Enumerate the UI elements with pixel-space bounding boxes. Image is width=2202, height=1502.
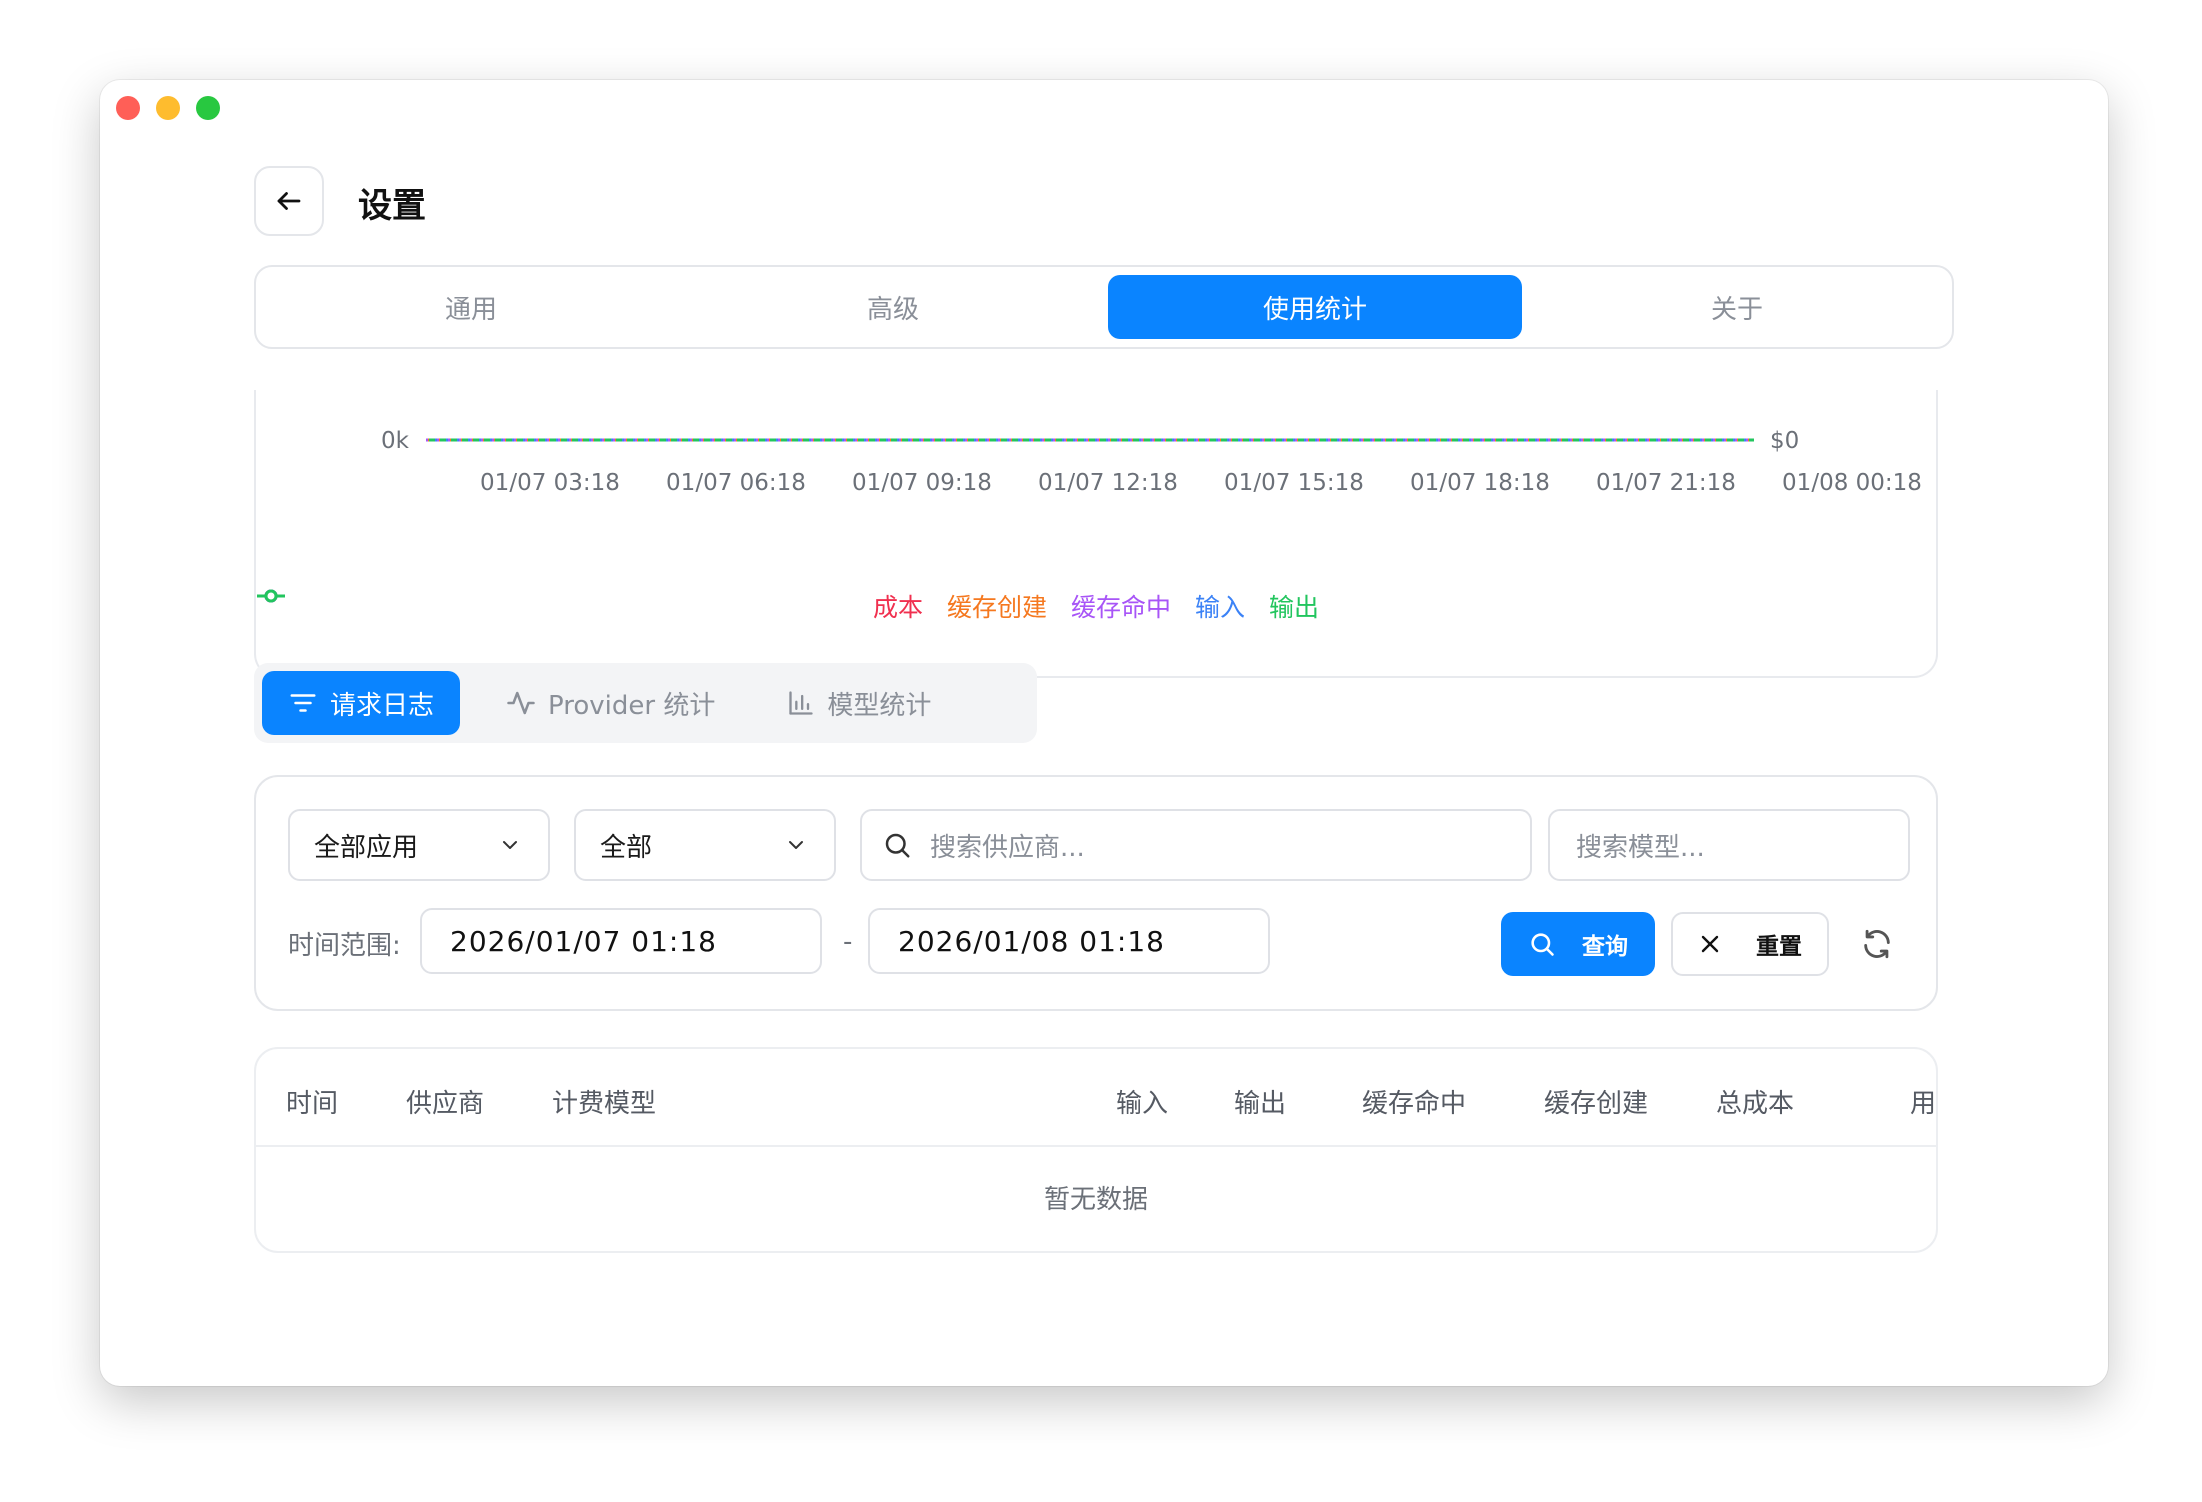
column-header-output: 输出 xyxy=(1234,1089,1287,1119)
column-header-duration: 用时 xyxy=(1910,1089,1937,1119)
column-header-cache-hit: 缓存命中 xyxy=(1362,1089,1467,1119)
y-axis-left-tick: 0k xyxy=(381,428,410,454)
subtab-provider-stats-label: Provider 统计 xyxy=(548,690,716,721)
column-header-provider: 供应商 xyxy=(406,1089,485,1119)
subtab-provider-stats[interactable]: Provider 统计 xyxy=(480,671,741,735)
legend-label: 输出 xyxy=(1269,593,1320,622)
x-tick-label: 01/07 09:18 xyxy=(852,470,992,496)
activity-icon xyxy=(507,691,535,715)
query-button-label: 查询 xyxy=(1582,934,1628,960)
app-select-value: 全部应用 xyxy=(314,832,419,863)
x-tick-label: 01/07 21:18 xyxy=(1596,470,1736,496)
tab-general[interactable]: 通用 xyxy=(264,275,678,339)
legend-label: 成本 xyxy=(872,593,923,622)
x-tick-label: 01/07 03:18 xyxy=(480,470,620,496)
stats-subtabs: 请求日志 Provider 统计 模型统计 xyxy=(254,663,1037,743)
empty-state: 暂无数据 xyxy=(1043,1185,1148,1215)
y-axis-right-tick: $0 xyxy=(1770,428,1799,454)
legend-item-1[interactable]: 缓存创建 xyxy=(257,588,1047,624)
column-header-total-cost: 总成本 xyxy=(1716,1089,1795,1119)
legend-label: 缓存命中 xyxy=(1070,593,1171,622)
table-header: 时间 供应商 计费模型 输入 输出 缓存命中 缓存创建 总成本 用时 xyxy=(256,1049,1936,1147)
subtab-request-log[interactable]: 请求日志 xyxy=(262,671,461,735)
provider-search-input[interactable]: 搜索供应商... xyxy=(860,809,1532,881)
column-header-billing-model: 计费模型 xyxy=(552,1089,657,1119)
legend-item-4[interactable]: 输出 xyxy=(257,588,1320,624)
legend-item-2[interactable]: 缓存命中 xyxy=(257,588,1171,624)
start-time-input[interactable]: 2026/01/07 01:18 xyxy=(420,908,822,974)
model-search-placeholder: 搜索模型... xyxy=(1576,832,1705,863)
app-select[interactable]: 全部应用 xyxy=(288,809,550,881)
refresh-icon[interactable] xyxy=(1860,927,1894,961)
arrow-left-icon xyxy=(277,192,301,210)
subtab-request-log-label: 请求日志 xyxy=(330,690,435,721)
maximize-window-button[interactable] xyxy=(196,96,220,120)
end-time-value: 2026/01/08 01:18 xyxy=(898,924,1165,958)
legend-item-3[interactable]: 输入 xyxy=(257,588,1246,624)
chevron-down-icon xyxy=(789,841,803,849)
search-icon xyxy=(1531,933,1554,956)
request-log-table: 时间 供应商 计费模型 输入 输出 缓存命中 缓存创建 总成本 用时 暂无数据 xyxy=(254,1047,1938,1253)
tab-usage-stats[interactable]: 使用统计 xyxy=(1108,275,1522,339)
chart-svg: 0k $0 01/07 03:18 01/07 06:18 01/07 09:18 01/… xyxy=(381,428,1922,496)
close-window-button[interactable] xyxy=(116,96,140,120)
column-header-time: 时间 xyxy=(286,1089,339,1119)
app-window: 设置 通用 高级 使用统计 关于 0k $0 01/07 03:18 01/07 06… xyxy=(100,80,2108,1386)
model-search-input[interactable]: 搜索模型... xyxy=(1548,809,1910,881)
end-time-input[interactable]: 2026/01/08 01:18 xyxy=(868,908,1270,974)
close-icon xyxy=(1701,935,1719,953)
bar-chart-icon xyxy=(789,691,813,715)
x-tick-label: 01/07 15:18 xyxy=(1224,470,1364,496)
x-tick-label: 01/07 18:18 xyxy=(1410,470,1550,496)
x-tick-label: 01/07 12:18 xyxy=(1038,470,1178,496)
column-header-cache-create: 缓存创建 xyxy=(1544,1089,1649,1119)
filter-icon xyxy=(290,694,316,712)
legend-label: 输入 xyxy=(1195,593,1246,622)
status-select-value: 全部 xyxy=(600,832,653,863)
legend-item-0[interactable]: 成本 xyxy=(257,588,923,624)
subtab-model-stats[interactable]: 模型统计 xyxy=(761,671,957,735)
filter-panel: 全部应用 全部 搜索供应商... 搜索模型... 时间范围: 2026/01/0… xyxy=(254,775,1938,1011)
status-select[interactable]: 全部 xyxy=(574,809,836,881)
minimize-window-button[interactable] xyxy=(156,96,180,120)
tab-advanced[interactable]: 高级 xyxy=(686,275,1100,339)
start-time-value: 2026/01/07 01:18 xyxy=(450,924,717,958)
page-title: 设置 xyxy=(358,186,426,226)
search-icon xyxy=(885,833,910,858)
tab-about[interactable]: 关于 xyxy=(1530,275,1944,339)
time-range-separator: - xyxy=(843,927,853,957)
usage-chart: 0k $0 01/07 03:18 01/07 06:18 01/07 09:18 01/… xyxy=(254,390,1938,678)
provider-search-placeholder: 搜索供应商... xyxy=(930,832,1085,863)
x-tick-label: 01/07 06:18 xyxy=(666,470,806,496)
reset-button[interactable]: 重置 xyxy=(1671,912,1829,976)
settings-tabs: 通用 高级 使用统计 关于 xyxy=(254,265,1954,349)
chevron-down-icon xyxy=(503,841,517,849)
column-header-input: 输入 xyxy=(1116,1089,1169,1119)
query-button[interactable]: 查询 xyxy=(1501,912,1655,976)
x-tick-label: 01/08 00:18 xyxy=(1782,470,1922,496)
reset-button-label: 重置 xyxy=(1756,934,1802,960)
subtab-model-stats-label: 模型统计 xyxy=(827,690,932,721)
chart-legend: 成本 缓存创建 缓存命中 输入 输出 xyxy=(256,588,1936,624)
time-range-label: 时间范围: xyxy=(288,931,401,961)
back-button[interactable] xyxy=(254,166,324,236)
legend-label: 缓存创建 xyxy=(946,593,1047,622)
legend-marker-icon xyxy=(257,589,285,603)
window-controls xyxy=(116,96,220,120)
